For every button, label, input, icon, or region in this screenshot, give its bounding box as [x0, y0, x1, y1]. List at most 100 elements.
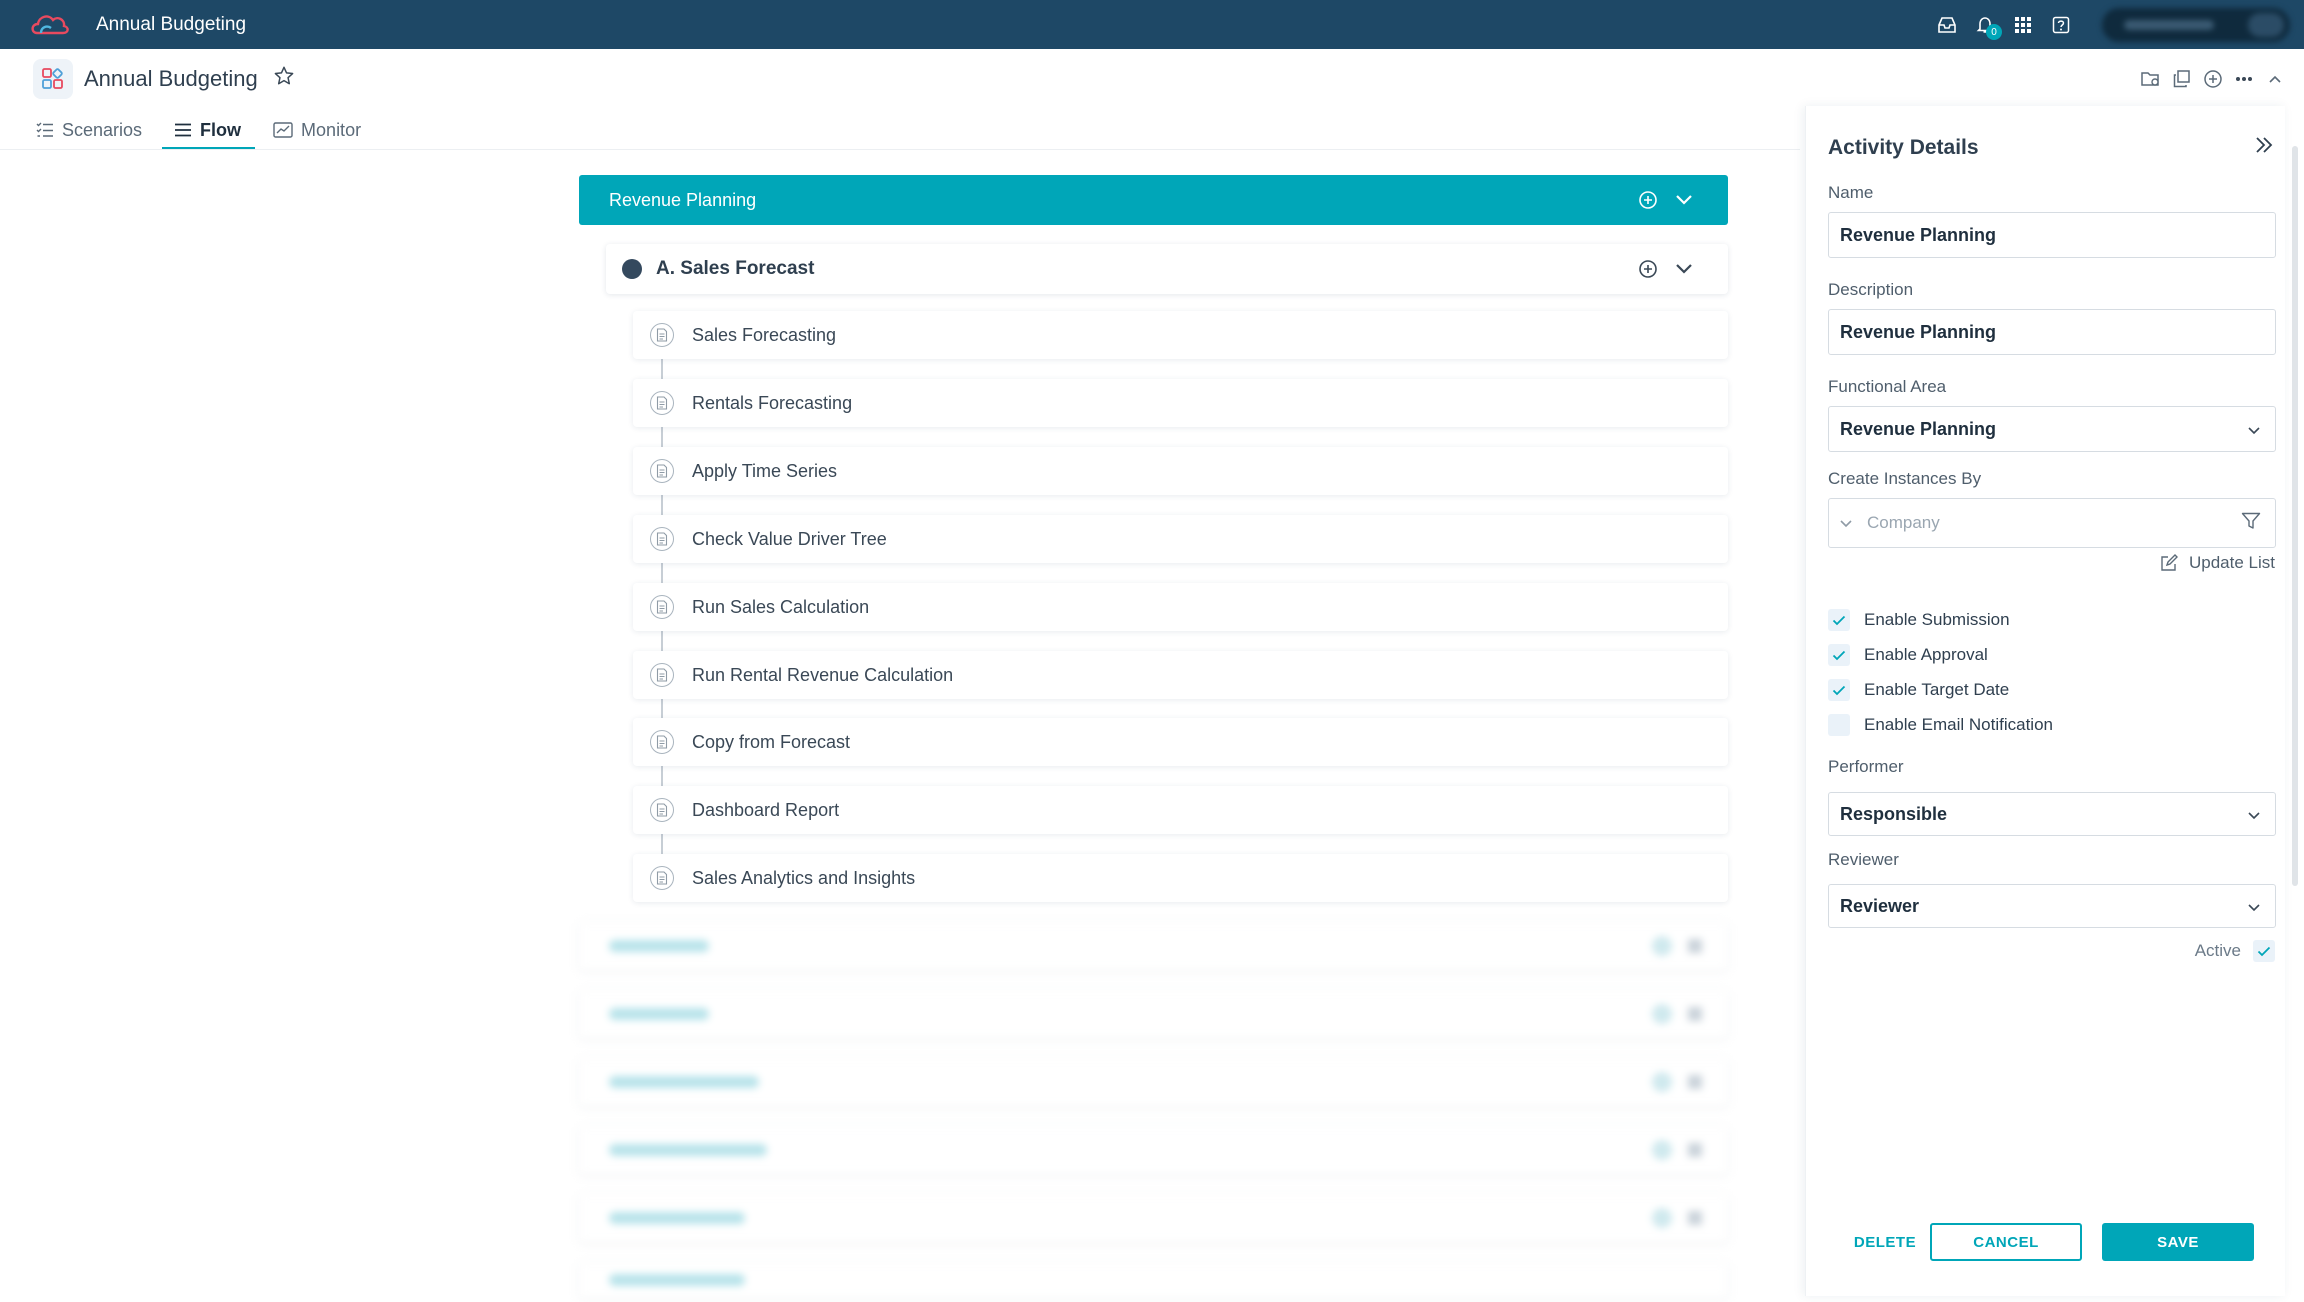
flow-group-row[interactable]: A. Sales Forecast: [606, 244, 1728, 294]
add-circle-icon[interactable]: [1630, 190, 1666, 210]
reviewer-select[interactable]: Reviewer: [1828, 884, 2276, 928]
activity-item[interactable]: Apply Time Series: [633, 447, 1728, 495]
activity-item[interactable]: Copy from Forecast: [633, 718, 1728, 766]
activity-item[interactable]: Dashboard Report: [633, 786, 1728, 834]
performer-select[interactable]: Responsible: [1828, 792, 2276, 836]
page-header: Annual Budgeting: [0, 49, 2304, 111]
activity-label: Check Value Driver Tree: [692, 528, 887, 549]
blurred-section-row[interactable]: [579, 1058, 1728, 1106]
bell-icon[interactable]: 0: [1966, 0, 2004, 49]
functional-area-select[interactable]: Revenue Planning: [1828, 406, 2276, 452]
document-icon: [650, 323, 674, 347]
group-label: A. Sales Forecast: [656, 258, 815, 279]
tab-flow[interactable]: Flow: [162, 112, 256, 150]
enable-submission-checkbox[interactable]: Enable Submission: [1828, 609, 2010, 631]
name-label: Name: [1828, 183, 1874, 202]
activity-label: Apply Time Series: [692, 460, 838, 481]
chevron-down-icon[interactable]: [1666, 194, 1702, 206]
enable-email-notification-checkbox[interactable]: Enable Email Notification: [1828, 714, 2053, 736]
edit-icon: [2159, 553, 2179, 573]
notification-badge: 0: [1986, 24, 2002, 40]
reviewer-value: Reviewer: [1840, 895, 1920, 916]
activity-item[interactable]: Sales Analytics and Insights: [633, 854, 1728, 902]
checkbox-label: Enable Email Notification: [1864, 715, 2053, 734]
monitor-chart-icon: [273, 122, 293, 138]
checkbox[interactable]: [1828, 714, 1850, 736]
help-icon[interactable]: [2042, 0, 2080, 49]
activity-label: Dashboard Report: [692, 799, 840, 820]
copy-icon[interactable]: [2166, 64, 2197, 94]
favorite-star-icon[interactable]: [273, 65, 295, 92]
document-icon: [650, 527, 674, 551]
document-icon: [650, 663, 674, 687]
update-list-label: Update List: [2189, 553, 2275, 572]
functional-area-value: Revenue Planning: [1840, 418, 1997, 439]
create-instances-select[interactable]: Company: [1828, 498, 2276, 548]
app-title: Annual Budgeting: [96, 13, 247, 35]
top-bar: Annual Budgeting 0: [0, 0, 2304, 49]
add-circle-icon[interactable]: [2197, 64, 2228, 94]
tab-monitor[interactable]: Monitor: [273, 112, 373, 148]
description-label: Description: [1828, 280, 1914, 299]
checkbox[interactable]: [2253, 940, 2275, 962]
tab-scenarios[interactable]: Scenarios: [36, 112, 154, 148]
update-list-button[interactable]: Update List: [2159, 553, 2275, 573]
panel-scrollbar[interactable]: [2292, 146, 2298, 886]
active-toggle[interactable]: Active: [2195, 940, 2275, 962]
activity-label: Run Sales Calculation: [692, 596, 870, 617]
blurred-section-row[interactable]: [579, 1194, 1728, 1242]
list-icon: [174, 123, 192, 137]
create-instances-placeholder: Company: [1867, 513, 1940, 532]
blurred-section-row[interactable]: [579, 922, 1728, 970]
app-tiles-icon: [33, 59, 73, 99]
save-button[interactable]: SAVE: [2102, 1223, 2254, 1261]
activity-label: Run Rental Revenue Calculation: [692, 664, 954, 685]
activity-item[interactable]: Run Rental Revenue Calculation: [633, 651, 1728, 699]
document-icon: [650, 730, 674, 754]
checklist-icon: [36, 122, 54, 138]
checkbox[interactable]: [1828, 679, 1850, 701]
activity-item[interactable]: Sales Forecasting: [633, 311, 1728, 359]
settings-folder-icon[interactable]: [2135, 64, 2166, 94]
blurred-section-row[interactable]: [579, 1126, 1728, 1174]
apps-grid-icon[interactable]: [2004, 0, 2042, 49]
section-label: Revenue Planning: [609, 189, 757, 210]
flow-section-header[interactable]: Revenue Planning: [579, 175, 1728, 225]
chevron-up-icon[interactable]: [2259, 64, 2290, 94]
document-icon: [650, 595, 674, 619]
activity-details-panel: Activity Details Name Revenue Planning D…: [1805, 106, 2298, 1296]
checkbox[interactable]: [1828, 609, 1850, 631]
checkbox-label: Enable Target Date: [1864, 680, 2010, 699]
blurred-section-row[interactable]: [579, 990, 1728, 1038]
inbox-icon[interactable]: [1928, 0, 1966, 49]
view-tabs: Scenarios Flow Monitor: [36, 112, 393, 150]
activity-item[interactable]: Rentals Forecasting: [633, 379, 1728, 427]
panel-title: Activity Details: [1828, 136, 1979, 159]
enable-approval-checkbox[interactable]: Enable Approval: [1828, 644, 1988, 666]
chevron-down-icon: [2247, 419, 2261, 440]
description-field[interactable]: Revenue Planning: [1828, 309, 2276, 355]
activity-label: Rentals Forecasting: [692, 392, 853, 413]
cancel-button[interactable]: CANCEL: [1930, 1223, 2082, 1261]
performer-label: Performer: [1828, 757, 1904, 776]
status-dot: [622, 259, 642, 279]
enable-target-date-checkbox[interactable]: Enable Target Date: [1828, 679, 2009, 701]
user-menu[interactable]: [2102, 7, 2290, 42]
more-options-icon[interactable]: [2228, 64, 2259, 94]
create-instances-label: Create Instances By: [1828, 469, 1982, 488]
activity-label: Sales Forecasting: [692, 324, 837, 345]
blurred-section-row[interactable]: [579, 1262, 1728, 1298]
document-icon: [650, 391, 674, 415]
chevron-down-icon[interactable]: [1666, 263, 1702, 275]
delete-button[interactable]: DELETE: [1842, 1223, 1928, 1261]
document-icon: [650, 866, 674, 890]
checkbox[interactable]: [1828, 644, 1850, 666]
activity-item[interactable]: Check Value Driver Tree: [633, 515, 1728, 563]
functional-area-label: Functional Area: [1828, 377, 1947, 396]
add-circle-icon[interactable]: [1630, 259, 1666, 279]
filter-icon[interactable]: [2241, 512, 2261, 535]
cloud-logo-icon[interactable]: [28, 7, 72, 43]
name-field[interactable]: Revenue Planning: [1828, 212, 2276, 258]
collapse-panel-icon[interactable]: [2254, 136, 2274, 159]
activity-item[interactable]: Run Sales Calculation: [633, 583, 1728, 631]
